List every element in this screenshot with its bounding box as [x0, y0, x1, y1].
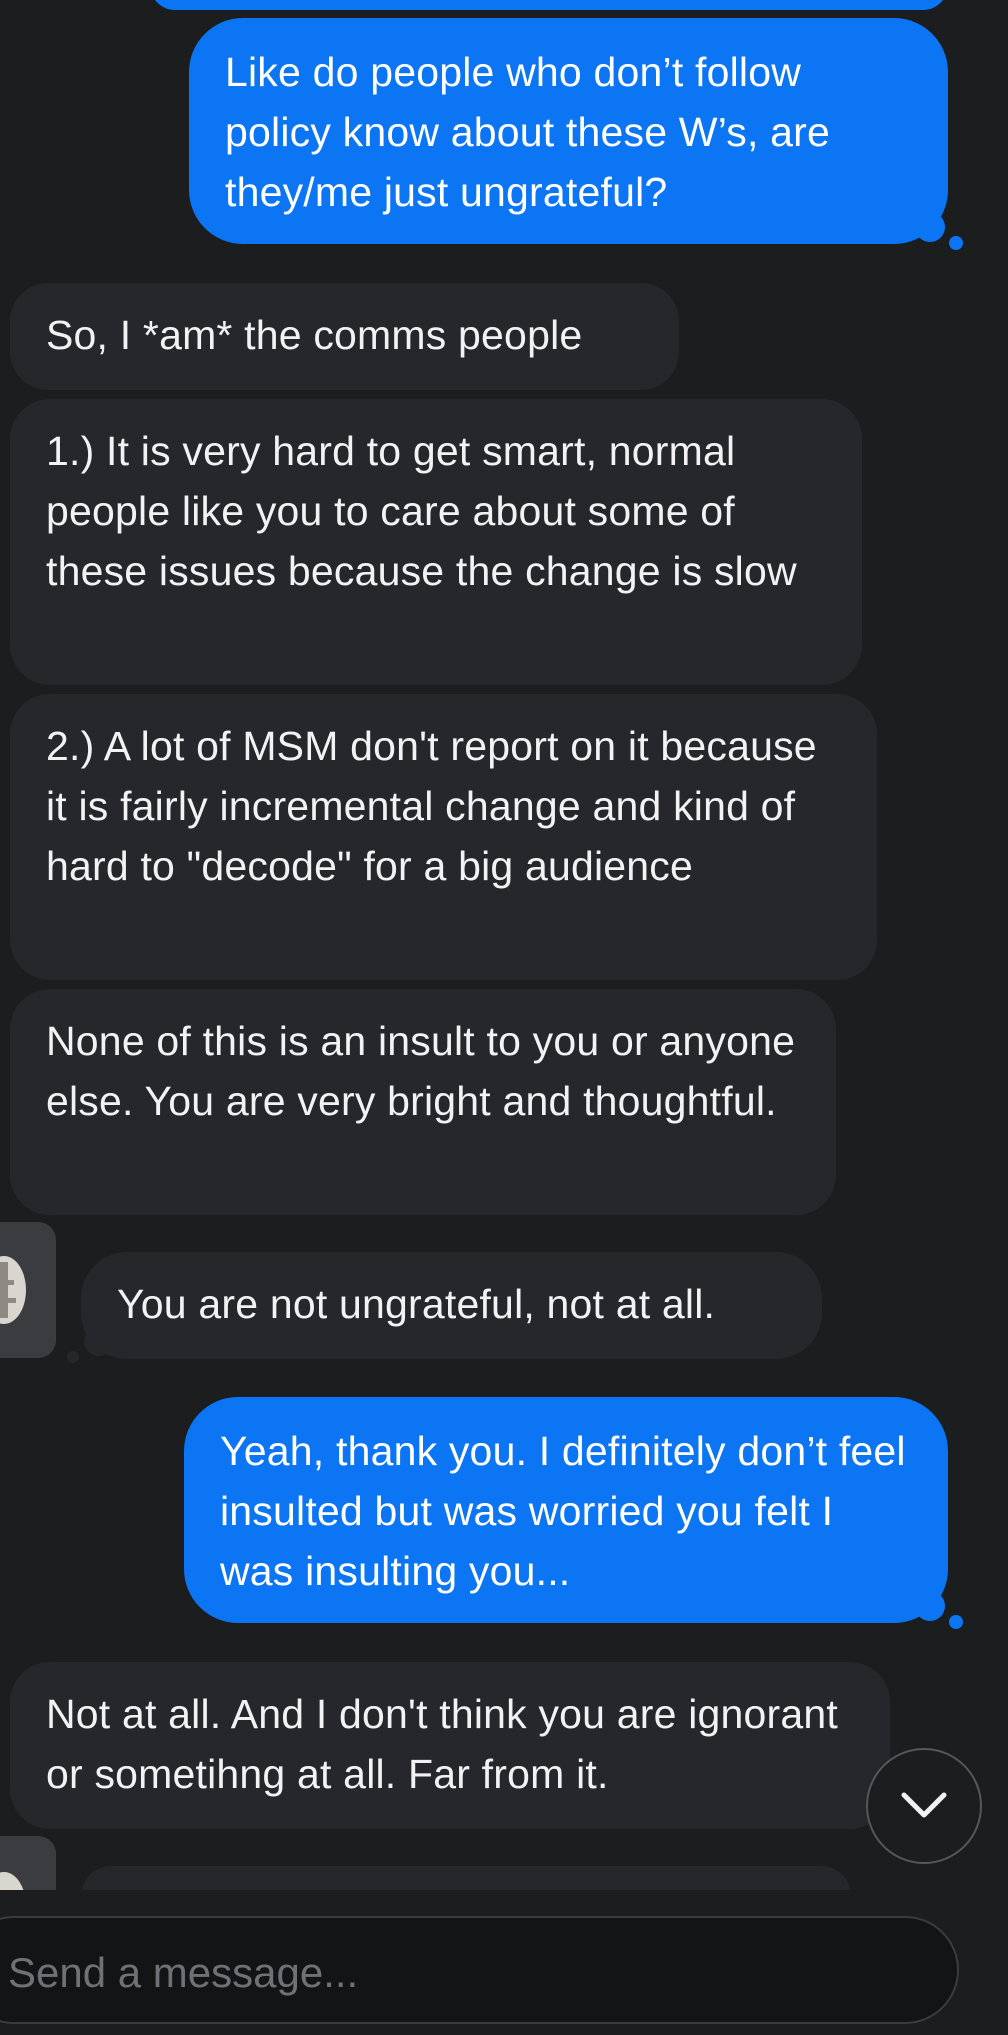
- message-text: Yeah, thank you. I definitely don’t feel…: [220, 1428, 906, 1594]
- avatar-image: [0, 1836, 56, 1890]
- chevron-down-icon: [901, 1792, 947, 1818]
- message-text: Like do people who don’t follow policy k…: [225, 49, 831, 215]
- bubble-tail: [915, 212, 945, 242]
- outgoing-message-bubble[interactable]: Like do people who don’t follow policy k…: [189, 18, 948, 244]
- incoming-message-bubble[interactable]: So, I *am* the comms people: [10, 283, 679, 390]
- scroll-to-bottom-button[interactable]: [866, 1748, 982, 1864]
- sent-indicator-dot: [949, 236, 963, 250]
- contact-avatar[interactable]: [0, 1222, 56, 1358]
- message-input[interactable]: [6, 1942, 910, 2004]
- typing-dot: [67, 1351, 79, 1363]
- incoming-message-bubble[interactable]: You are not ungrateful, not at all.: [81, 1252, 822, 1359]
- avatar-image: [0, 1222, 56, 1358]
- incoming-message-bubble[interactable]: None of this is an insult to you or anyo…: [10, 989, 836, 1215]
- bubble-tail: [915, 1591, 945, 1621]
- message-text: 1.) It is very hard to get smart, normal…: [46, 428, 797, 594]
- incoming-message-bubble[interactable]: [81, 1866, 851, 1890]
- outgoing-message-bubble[interactable]: Yeah, thank you. I definitely don’t feel…: [184, 1397, 948, 1623]
- message-text: 2.) A lot of MSM don't report on it beca…: [46, 723, 817, 889]
- incoming-message-bubble[interactable]: 1.) It is very hard to get smart, normal…: [10, 399, 862, 685]
- message-text: So, I *am* the comms people: [46, 312, 583, 358]
- message-composer[interactable]: [0, 1916, 959, 2024]
- contact-avatar[interactable]: [0, 1836, 56, 1890]
- sent-indicator-dot: [949, 1615, 963, 1629]
- bubble-tail: [84, 1326, 114, 1356]
- incoming-message-bubble[interactable]: 2.) A lot of MSM don't report on it beca…: [10, 694, 877, 980]
- previous-outgoing-bubble[interactable]: [150, 0, 948, 10]
- message-text: You are not ungrateful, not at all.: [117, 1281, 716, 1327]
- message-text: None of this is an insult to you or anyo…: [46, 1018, 796, 1124]
- incoming-message-bubble[interactable]: Not at all. And I don't think you are ig…: [10, 1662, 890, 1829]
- message-text: Not at all. And I don't think you are ig…: [46, 1691, 838, 1797]
- message-thread[interactable]: Like do people who don’t follow policy k…: [0, 0, 1008, 1890]
